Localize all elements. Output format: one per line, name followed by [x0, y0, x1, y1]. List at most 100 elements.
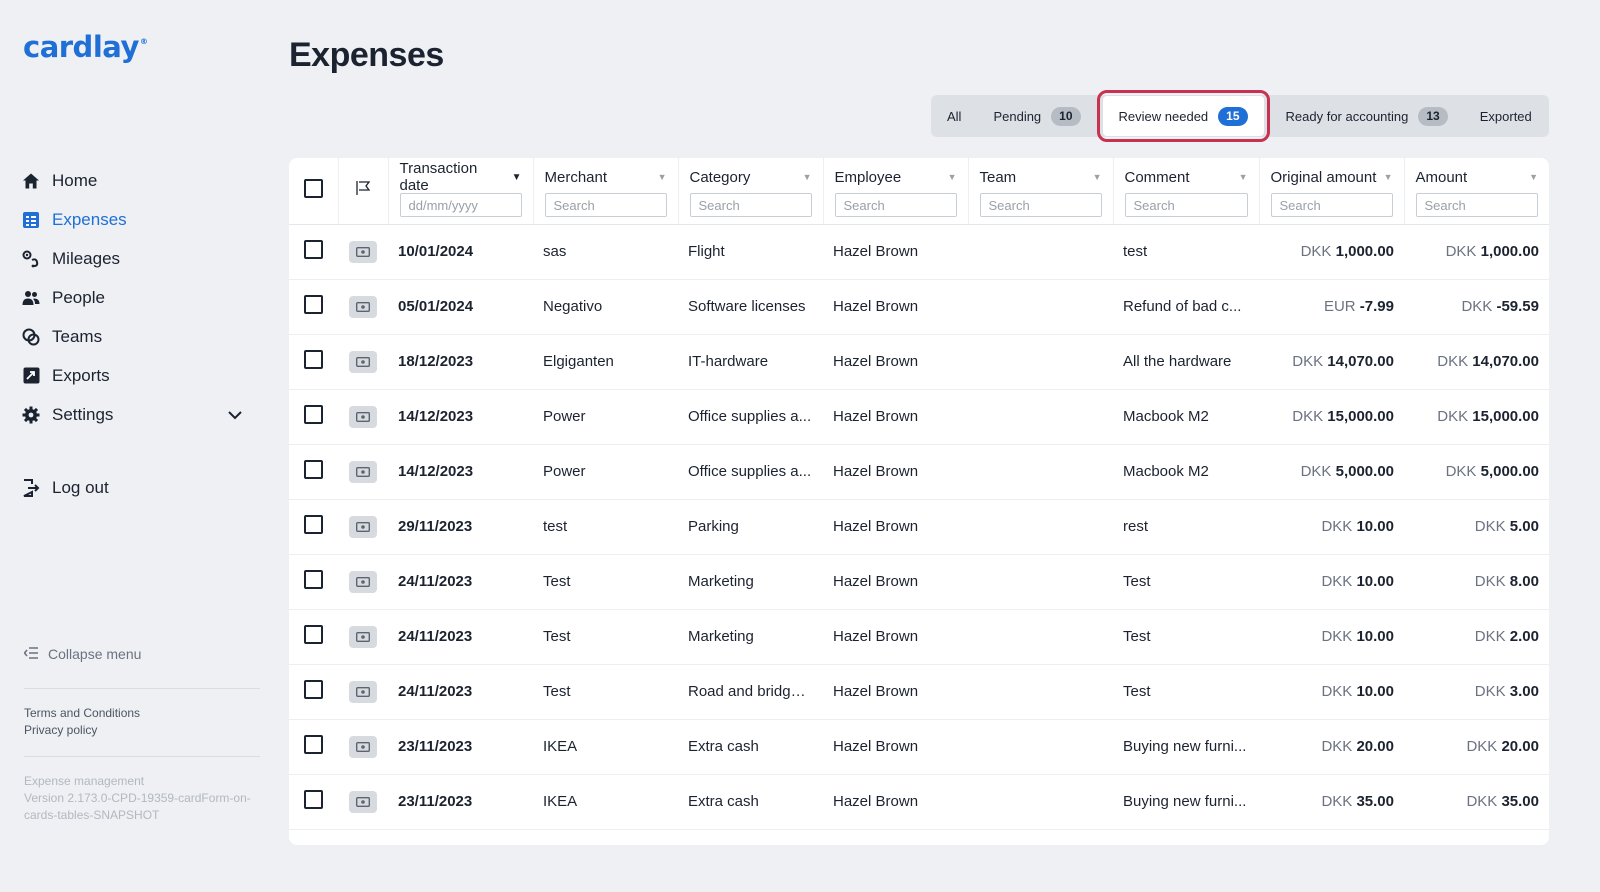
- receipt-icon[interactable]: [349, 735, 377, 758]
- currency-code: DKK: [1474, 518, 1506, 535]
- tab-exported[interactable]: Exported: [1464, 95, 1548, 137]
- column-menu-icon[interactable]: ▼: [803, 172, 812, 182]
- receipt-icon[interactable]: [349, 680, 377, 703]
- table-row[interactable]: 18/12/2023 Elgiganten IT-hardware Hazel Bro…: [289, 334, 1549, 390]
- row-checkbox[interactable]: [304, 515, 323, 534]
- original-amount-filter-input[interactable]: [1270, 193, 1393, 217]
- collapse-menu-button[interactable]: Collapse menu: [23, 646, 141, 662]
- column-label[interactable]: Transaction date: [400, 160, 509, 194]
- receipt-icon[interactable]: [349, 405, 377, 428]
- merchant-filter-input[interactable]: [544, 193, 667, 217]
- currency-code: DKK: [1321, 573, 1353, 590]
- receipt-icon[interactable]: [349, 570, 377, 593]
- table-body: 10/01/2024 sas Flight Hazel Brown test DKK 1,…: [289, 224, 1549, 830]
- divider: [24, 688, 260, 689]
- row-checkbox[interactable]: [304, 790, 323, 809]
- table-row[interactable]: 14/12/2023 Power Office supplies a... Hazel…: [289, 444, 1549, 500]
- employee-filter-input[interactable]: [834, 193, 957, 217]
- cell-original-amount: DKK 5,000.00: [1259, 444, 1404, 500]
- sort-desc-icon[interactable]: ▼: [512, 172, 522, 183]
- currency-code: DKK: [1445, 463, 1477, 480]
- table-row[interactable]: 10/01/2024 sas Flight Hazel Brown test DKK 1,…: [289, 224, 1549, 280]
- row-checkbox[interactable]: [304, 460, 323, 479]
- amount-value: 20.00: [1501, 738, 1539, 755]
- row-select-cell: [289, 444, 338, 500]
- column-menu-icon[interactable]: ▼: [948, 172, 957, 182]
- sidebar-item-expenses[interactable]: Expenses: [22, 200, 250, 239]
- receipt-icon[interactable]: [349, 460, 377, 483]
- receipt-icon[interactable]: [349, 350, 377, 373]
- table-row[interactable]: 23/11/2023 IKEA Extra cash Hazel Brown Buyin…: [289, 774, 1549, 830]
- flag-header[interactable]: [338, 158, 389, 225]
- amount-value: 14,070.00: [1327, 353, 1394, 370]
- column-menu-icon[interactable]: ▼: [1529, 172, 1538, 182]
- amount-value: 10.00: [1356, 683, 1394, 700]
- column-label[interactable]: Team: [980, 169, 1017, 186]
- chevron-down-icon[interactable]: [228, 405, 242, 425]
- sidebar-item-home[interactable]: Home: [22, 161, 250, 200]
- row-select-cell: [289, 609, 338, 665]
- tab-pending[interactable]: Pending 10: [977, 95, 1096, 137]
- column-label[interactable]: Comment: [1125, 169, 1190, 186]
- column-menu-icon[interactable]: ▼: [1384, 172, 1393, 182]
- sidebar-item-people[interactable]: People: [22, 278, 250, 317]
- sidebar-item-exports[interactable]: Exports: [22, 356, 250, 395]
- column-label[interactable]: Employee: [835, 169, 902, 186]
- receipt-icon[interactable]: [349, 515, 377, 538]
- row-checkbox[interactable]: [304, 295, 323, 314]
- receipt-icon[interactable]: [349, 790, 377, 813]
- table-row[interactable]: 24/11/2023 Test Marketing Hazel Brown Test DK…: [289, 609, 1549, 665]
- column-label[interactable]: Merchant: [545, 169, 608, 186]
- cell-date: 23/11/2023: [388, 719, 533, 775]
- privacy-link[interactable]: Privacy policy: [24, 722, 140, 739]
- category-filter-input[interactable]: [689, 193, 812, 217]
- column-menu-icon[interactable]: ▼: [1239, 172, 1248, 182]
- row-checkbox[interactable]: [304, 735, 323, 754]
- tab-review-needed[interactable]: Review needed 15: [1096, 90, 1270, 142]
- table-row[interactable]: 05/01/2024 Negativo Software licenses Hazel…: [289, 279, 1549, 335]
- cardlay-logo[interactable]: cardlay®: [23, 30, 148, 64]
- column-label[interactable]: Original amount: [1271, 169, 1377, 186]
- row-checkbox[interactable]: [304, 350, 323, 369]
- table-row[interactable]: 14/12/2023 Power Office supplies a... Hazel…: [289, 389, 1549, 445]
- amount-filter-input[interactable]: [1415, 193, 1538, 217]
- receipt-icon[interactable]: [349, 625, 377, 648]
- team-filter-input[interactable]: [979, 193, 1102, 217]
- receipt-icon[interactable]: [349, 240, 377, 263]
- logout-button[interactable]: Log out: [22, 468, 109, 507]
- cell-category: Flight: [678, 224, 823, 280]
- column-menu-icon[interactable]: ▼: [1093, 172, 1102, 182]
- row-checkbox[interactable]: [304, 680, 323, 699]
- cell-employee: Hazel Brown: [823, 774, 968, 830]
- column-label[interactable]: Amount: [1416, 169, 1468, 186]
- row-select-cell: [289, 664, 338, 720]
- sidebar-item-mileages[interactable]: Mileages: [22, 239, 250, 278]
- row-checkbox[interactable]: [304, 625, 323, 644]
- amount-value: 8.00: [1509, 573, 1539, 590]
- row-select-cell: [289, 774, 338, 830]
- table-row[interactable]: 24/11/2023 Test Marketing Hazel Brown Test DK…: [289, 554, 1549, 610]
- table-row[interactable]: 23/11/2023 IKEA Extra cash Hazel Brown Buyin…: [289, 719, 1549, 775]
- row-checkbox[interactable]: [304, 240, 323, 259]
- table-row[interactable]: 24/11/2023 Test Road and bridge ... Hazel B…: [289, 664, 1549, 720]
- column-label[interactable]: Category: [690, 169, 751, 186]
- currency-code: DKK: [1321, 628, 1353, 645]
- column-menu-icon[interactable]: ▼: [658, 172, 667, 182]
- date-filter-input[interactable]: [399, 193, 522, 217]
- terms-link[interactable]: Terms and Conditions: [24, 705, 140, 722]
- cell-merchant: Test: [533, 664, 678, 720]
- sidebar-item-settings[interactable]: Settings: [22, 395, 250, 434]
- cell-original-amount: DKK 14,070.00: [1259, 334, 1404, 390]
- sidebar-item-teams[interactable]: Teams: [22, 317, 250, 356]
- row-checkbox[interactable]: [304, 405, 323, 424]
- cell-amount: DKK 35.00: [1404, 774, 1549, 830]
- receipt-icon[interactable]: [349, 295, 377, 318]
- comment-filter-input[interactable]: [1124, 193, 1248, 217]
- table-row[interactable]: 29/11/2023 test Parking Hazel Brown rest DKK …: [289, 499, 1549, 555]
- table-header-row: Transaction date▼ Merchant▼ Category▼ Em…: [289, 158, 1549, 225]
- cell-merchant: Power: [533, 444, 678, 500]
- tab-all[interactable]: All: [931, 95, 977, 137]
- row-checkbox[interactable]: [304, 570, 323, 589]
- tab-ready-for-accounting[interactable]: Ready for accounting 13: [1270, 95, 1464, 137]
- select-all-checkbox[interactable]: [303, 178, 323, 198]
